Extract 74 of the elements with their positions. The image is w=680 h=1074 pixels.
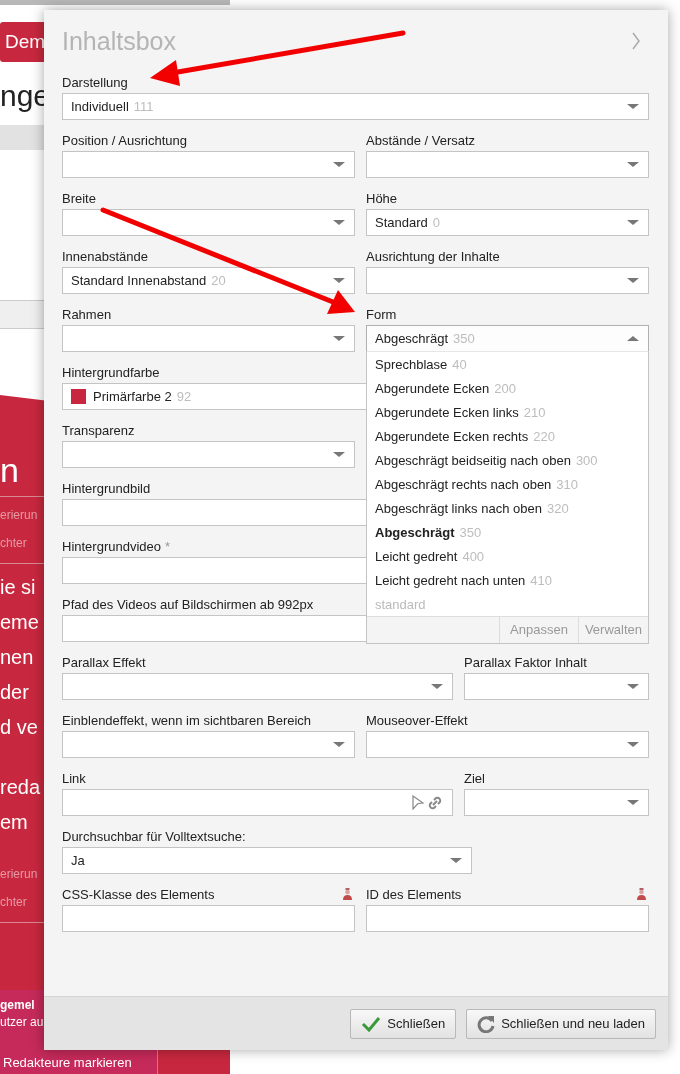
meta-text: erierun (0, 507, 38, 524)
link-field[interactable] (62, 789, 453, 816)
field-label: Rahmen (62, 306, 112, 322)
dropdown-option[interactable]: Abgeschrägt beidseitig nach oben 300 (367, 448, 648, 472)
field-label: Durchsuchbar für Volltextsuche: (62, 828, 246, 844)
field-label: ID des Elements (366, 886, 462, 902)
select-field[interactable] (62, 325, 355, 352)
field-label: Höhe (366, 190, 398, 206)
select-field[interactable] (366, 731, 649, 758)
field-label: Mouseover-Effekt (366, 712, 468, 728)
field-label: Ausrichtung der Inhalte (366, 248, 500, 264)
field-label: Pfad des Videos auf Bildschirmen ab 992px (62, 596, 314, 612)
hero-text: nen (0, 645, 34, 670)
dropdown-option[interactable]: Abgeschrägt rechts nach oben 310 (367, 472, 648, 496)
select-field[interactable] (366, 151, 649, 178)
field-label: Einblendeffekt, wenn im sichtbaren Bereich (62, 712, 312, 728)
reload-icon (477, 1014, 496, 1033)
field-label: Hintergrundfarbe (62, 364, 160, 380)
select-field[interactable]: Individuell 111 (62, 93, 649, 120)
field-label: Hintergrundbild (62, 480, 151, 496)
hero-text: ie si (0, 575, 36, 600)
dropdown-option[interactable]: Abgerundete Ecken rechts 220 (367, 424, 648, 448)
select-field[interactable]: Standard 0 (366, 209, 649, 236)
dropdown-option[interactable]: Abgeschrägt 350 (367, 520, 648, 544)
dropdown-option[interactable]: Abgeschrägt links nach oben 320 (367, 496, 648, 520)
input-field[interactable] (62, 905, 355, 932)
meta-text: chter (0, 535, 27, 552)
select-field[interactable] (62, 151, 355, 178)
input-field[interactable] (366, 905, 649, 932)
dropdown-option[interactable]: Sprechblase 40 (367, 352, 648, 376)
field-label: Parallax Effekt (62, 654, 146, 670)
field-label: Innenabstände (62, 248, 149, 264)
select-field[interactable]: Abgeschrägt 350 (366, 325, 649, 352)
field-label: Hintergrundvideo (62, 538, 161, 554)
dropdown-option[interactable]: Leicht gedreht 400 (367, 544, 648, 568)
field-label: Transparenz (62, 422, 135, 438)
demo-button[interactable]: Dem (0, 22, 44, 62)
notice-text: utzer au (0, 1015, 45, 1029)
dropdown-option[interactable]: Leicht gedreht nach unten 410 (367, 568, 648, 592)
required-marker: * (165, 538, 171, 554)
field-label: Position / Ausrichtung (62, 132, 188, 148)
reload-button[interactable]: Schließen und neu laden (466, 1008, 656, 1039)
dialog-title: Inhaltsbox (62, 26, 176, 57)
select-field[interactable] (62, 441, 355, 468)
close-button[interactable]: Schließen (350, 1008, 457, 1039)
hero-text: der (0, 680, 29, 705)
select-field[interactable]: Ja (62, 847, 472, 874)
field-label: Parallax Faktor Inhalt (464, 654, 587, 670)
field-label: CSS-Klasse des Elements (62, 886, 215, 902)
mark-editors-link[interactable]: Redakteure markieren (3, 1055, 132, 1070)
notice-title: gemel (0, 998, 36, 1012)
hero-text: em (0, 810, 28, 835)
select-field[interactable] (62, 731, 355, 758)
field-label: Ziel (464, 770, 485, 786)
link-icon[interactable] (427, 794, 443, 811)
hero-text: reda (0, 775, 41, 800)
select-field[interactable] (464, 789, 649, 816)
select-field[interactable] (62, 209, 355, 236)
select-field[interactable] (62, 673, 453, 700)
chevron-right-icon[interactable] (631, 31, 641, 51)
select-field[interactable] (366, 267, 649, 294)
cursor-icon[interactable] (412, 795, 424, 810)
meta-text: erierun (0, 866, 38, 883)
field-label: Darstellung (62, 74, 128, 90)
select-field[interactable] (464, 673, 649, 700)
select-field[interactable]: Standard Innenabstand 20 (62, 267, 355, 294)
hero-text: eme (0, 610, 39, 635)
field-label: Form (366, 306, 397, 322)
meta-text: chter (0, 894, 27, 911)
hero-text: d ve (0, 715, 38, 740)
field-label: Abstände / Versatz (366, 132, 476, 148)
check-icon (361, 1015, 382, 1032)
field-label: Link (62, 770, 86, 786)
field-label: Breite (62, 190, 96, 206)
